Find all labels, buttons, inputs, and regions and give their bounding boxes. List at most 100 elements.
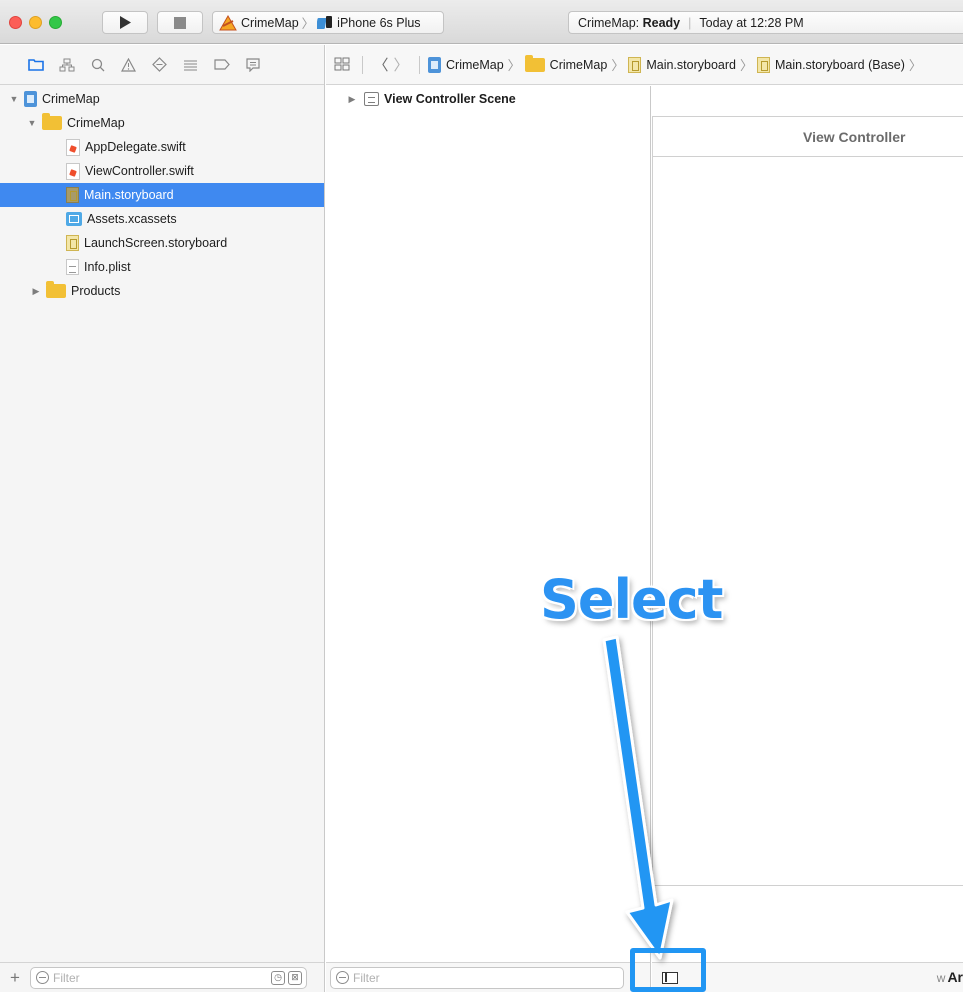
filter-icon xyxy=(336,971,349,984)
stop-button[interactable] xyxy=(157,11,203,34)
size-class-value: Ar xyxy=(947,969,963,985)
document-outline: ▶ View Controller Scene Filter xyxy=(326,86,651,992)
navigator-tabs xyxy=(0,45,324,85)
tree-item-file[interactable]: AppDelegate.swift xyxy=(0,135,324,159)
filter-placeholder: Filter xyxy=(353,970,380,985)
tree-item-group[interactable]: ▶ Products xyxy=(0,279,324,303)
warning-icon[interactable] xyxy=(113,54,144,76)
tree-item-file[interactable]: Assets.xcassets xyxy=(0,207,324,231)
disclosure-expanded-icon[interactable]: ▼ xyxy=(26,118,38,128)
navigator-filter-field[interactable]: Filter ◷ ⊠ xyxy=(30,966,307,989)
stop-icon xyxy=(174,16,186,29)
breadcrumb-localization[interactable]: Main.storyboard (Base) xyxy=(756,56,905,73)
breadcrumb-chevron-icon: 〉 xyxy=(507,58,521,73)
size-class-label[interactable]: w Ar xyxy=(937,969,963,985)
scheme-name: CrimeMap xyxy=(241,15,299,30)
asset-catalog-icon xyxy=(66,212,82,226)
breadcrumb-label: CrimeMap xyxy=(446,57,504,72)
jump-bar: 〈 〉 CrimeMap 〉 CrimeMap 〉 Main.storyboar… xyxy=(326,45,963,85)
tree-item-label: Products xyxy=(71,284,121,298)
disclosure-expanded-icon[interactable]: ▼ xyxy=(8,94,20,104)
breadcrumb-project[interactable]: CrimeMap xyxy=(428,56,504,73)
related-items-icon[interactable] xyxy=(334,57,354,73)
storyboard-canvas[interactable]: View Controller w Ar xyxy=(652,86,963,992)
tree-item-label: Info.plist xyxy=(84,260,131,274)
iphone-device-icon xyxy=(317,15,333,29)
recent-files-icon[interactable]: ◷ xyxy=(271,970,285,985)
device-name: iPhone 6s Plus xyxy=(337,15,421,30)
filter-icon xyxy=(36,971,49,984)
breadcrumb-file[interactable]: Main.storyboard xyxy=(628,56,736,73)
activity-time: Today at 12:28 PM xyxy=(699,15,804,30)
scene-label: View Controller Scene xyxy=(384,92,516,106)
minimize-window-button[interactable] xyxy=(29,16,42,29)
tree-item-file[interactable]: ViewController.swift xyxy=(0,159,324,183)
tree-item-label: AppDelegate.swift xyxy=(85,140,186,154)
forward-arrow-icon[interactable]: 〉 xyxy=(391,54,411,75)
tree-item-label: CrimeMap xyxy=(67,116,125,130)
tree-item-label: Main.storyboard xyxy=(84,188,174,202)
project-navigator: ▼ CrimeMap ▼ CrimeMap AppDelegate.swift … xyxy=(0,45,325,992)
outline-filter-bar: Filter xyxy=(326,962,650,992)
tree-item-label: Assets.xcassets xyxy=(87,212,177,226)
navigator-filter-bar: + Filter ◷ ⊠ xyxy=(0,962,324,992)
debug-icon[interactable] xyxy=(175,54,206,76)
search-icon[interactable] xyxy=(82,54,113,76)
outline-filter-field[interactable]: Filter xyxy=(330,966,624,989)
storyboard-file-icon xyxy=(628,56,642,73)
hierarchy-icon[interactable] xyxy=(51,54,82,76)
filter-placeholder: Filter xyxy=(53,970,80,985)
view-controller-frame[interactable]: View Controller xyxy=(652,116,963,886)
breadcrumb-label: Main.storyboard (Base) xyxy=(774,57,905,72)
swift-file-icon xyxy=(66,162,80,180)
breadcrumb-group[interactable]: CrimeMap xyxy=(524,54,607,72)
activity-divider: | xyxy=(688,15,692,30)
storyboard-file-icon xyxy=(756,56,770,73)
breadcrumb-chevron-icon: 〉 xyxy=(739,58,753,73)
disclosure-collapsed-icon[interactable]: ▶ xyxy=(346,94,358,105)
storyboard-file-icon xyxy=(66,235,79,251)
tree-item-file[interactable]: Info.plist xyxy=(0,255,324,279)
test-icon[interactable] xyxy=(144,54,175,76)
folder-icon xyxy=(46,281,66,298)
jumpbar-divider xyxy=(419,55,420,74)
breadcrumb-chevron-icon: 〉 xyxy=(908,58,922,73)
storyboard-file-icon xyxy=(66,187,79,203)
tree-item-label: ViewController.swift xyxy=(85,164,194,178)
breadcrumb-chevron-icon: 〉 xyxy=(611,58,625,73)
app-scheme-icon xyxy=(219,14,237,30)
breakpoint-icon[interactable] xyxy=(206,54,237,76)
back-arrow-icon[interactable]: 〈 xyxy=(371,54,391,75)
activity-status: Ready xyxy=(642,15,681,30)
folder-icon[interactable] xyxy=(20,54,51,76)
jumpbar-divider xyxy=(362,55,363,74)
tree-item-label: LaunchScreen.storyboard xyxy=(84,236,228,250)
run-button[interactable] xyxy=(102,11,148,34)
folder-icon xyxy=(42,113,62,130)
xcode-project-icon xyxy=(428,56,441,73)
play-icon xyxy=(120,16,131,29)
xcode-project-icon xyxy=(24,91,37,107)
disclosure-collapsed-icon[interactable]: ▶ xyxy=(30,286,42,297)
breadcrumb-label: Main.storyboard xyxy=(646,57,736,72)
annotation-highlight-box xyxy=(630,948,706,992)
tree-item-group[interactable]: ▼ CrimeMap xyxy=(0,111,324,135)
tree-item-file-selected[interactable]: Main.storyboard xyxy=(0,183,324,207)
report-icon[interactable] xyxy=(237,54,268,76)
folder-icon xyxy=(524,54,545,72)
toolbar: CrimeMap 〉 iPhone 6s Plus CrimeMap: Read… xyxy=(0,0,963,44)
add-file-button[interactable]: + xyxy=(0,968,30,988)
scheme-selector[interactable]: CrimeMap 〉 iPhone 6s Plus xyxy=(212,11,444,34)
zoom-window-button[interactable] xyxy=(49,16,62,29)
activity-project: CrimeMap: xyxy=(578,15,640,30)
tree-item-label: CrimeMap xyxy=(42,92,100,106)
outline-scene-row[interactable]: ▶ View Controller Scene xyxy=(346,92,516,106)
size-class-prefix: w xyxy=(936,971,946,985)
source-control-filter-icon[interactable]: ⊠ xyxy=(288,970,302,985)
tree-item-file[interactable]: LaunchScreen.storyboard xyxy=(0,231,324,255)
scheme-separator-icon: 〉 xyxy=(301,17,315,31)
swift-file-icon xyxy=(66,138,80,156)
scene-icon xyxy=(364,92,379,106)
tree-item-project[interactable]: ▼ CrimeMap xyxy=(0,87,324,111)
close-window-button[interactable] xyxy=(9,16,22,29)
